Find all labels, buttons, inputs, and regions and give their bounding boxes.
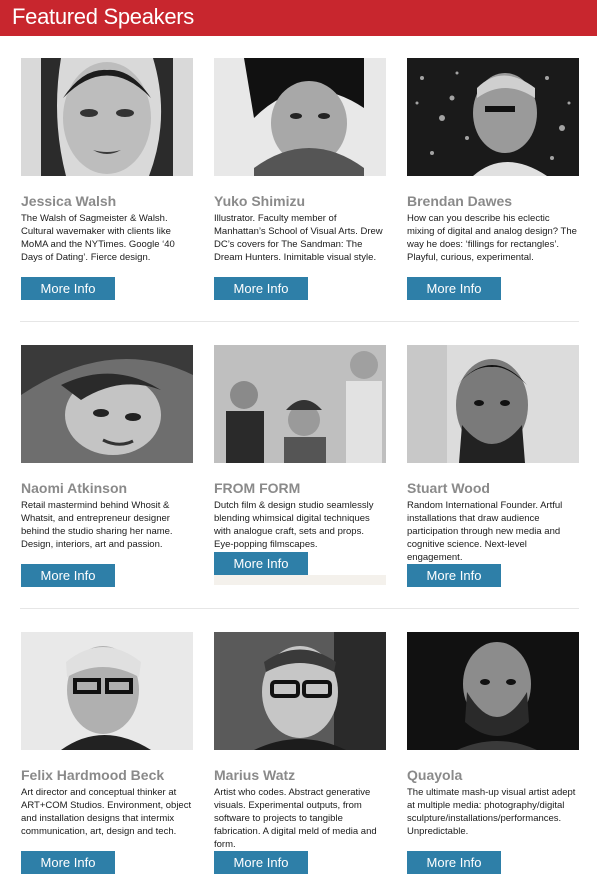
speaker-name: Marius Watz bbox=[214, 767, 296, 783]
speaker-name: FROM FORM bbox=[214, 480, 301, 496]
speaker-photo bbox=[407, 632, 579, 750]
more-info-button[interactable]: More Info bbox=[214, 552, 308, 575]
row-divider bbox=[20, 321, 579, 322]
speaker-description: Retail mastermind behind Whosit & Whatsi… bbox=[21, 500, 173, 550]
card-footer-stripe bbox=[214, 575, 386, 585]
speaker-name: Brendan Dawes bbox=[407, 193, 513, 209]
more-info-button[interactable]: More Info bbox=[21, 851, 115, 874]
speaker-name: Felix Hardmood Beck bbox=[21, 767, 165, 783]
speaker-name: Stuart Wood bbox=[407, 480, 490, 496]
speaker-description: The ultimate mash-up visual artist adept… bbox=[407, 787, 576, 837]
speaker-description: Illustrator. Faculty member of Manhattan… bbox=[214, 213, 383, 263]
more-info-button[interactable]: More Info bbox=[214, 277, 308, 300]
speaker-name: Quayola bbox=[407, 767, 463, 783]
speaker-name: Jessica Walsh bbox=[21, 193, 117, 209]
speaker-description: The Walsh of Sagmeister & Walsh. Cultura… bbox=[21, 213, 175, 263]
speaker-description: How can you describe his eclectic mixing… bbox=[407, 213, 577, 263]
more-info-button[interactable]: More Info bbox=[407, 851, 501, 874]
speaker-description: Random International Founder. Artful ins… bbox=[407, 500, 563, 563]
more-info-button[interactable]: More Info bbox=[21, 564, 115, 587]
speaker-photo bbox=[214, 58, 386, 176]
speaker-photo bbox=[21, 58, 193, 176]
more-info-button[interactable]: More Info bbox=[214, 851, 308, 874]
more-info-button[interactable]: More Info bbox=[407, 277, 501, 300]
speaker-photo bbox=[407, 58, 579, 176]
speaker-photo bbox=[21, 345, 193, 463]
more-info-button[interactable]: More Info bbox=[21, 277, 115, 300]
row-divider bbox=[20, 608, 579, 609]
more-info-button[interactable]: More Info bbox=[407, 564, 501, 587]
speaker-description: Art director and conceptual thinker at A… bbox=[21, 787, 192, 837]
speaker-name: Yuko Shimizu bbox=[214, 193, 306, 209]
speaker-photo bbox=[214, 345, 386, 463]
speaker-photo bbox=[21, 632, 193, 750]
speaker-photo bbox=[407, 345, 579, 463]
header-bar: Featured Speakers bbox=[0, 0, 597, 36]
speaker-photo bbox=[214, 632, 386, 750]
page-title: Featured Speakers bbox=[12, 4, 195, 29]
speaker-description: Artist who codes. Abstract generative vi… bbox=[214, 787, 377, 850]
speaker-description: Dutch film & design studio seamlessly bl… bbox=[214, 500, 374, 550]
speaker-name: Naomi Atkinson bbox=[21, 480, 128, 496]
